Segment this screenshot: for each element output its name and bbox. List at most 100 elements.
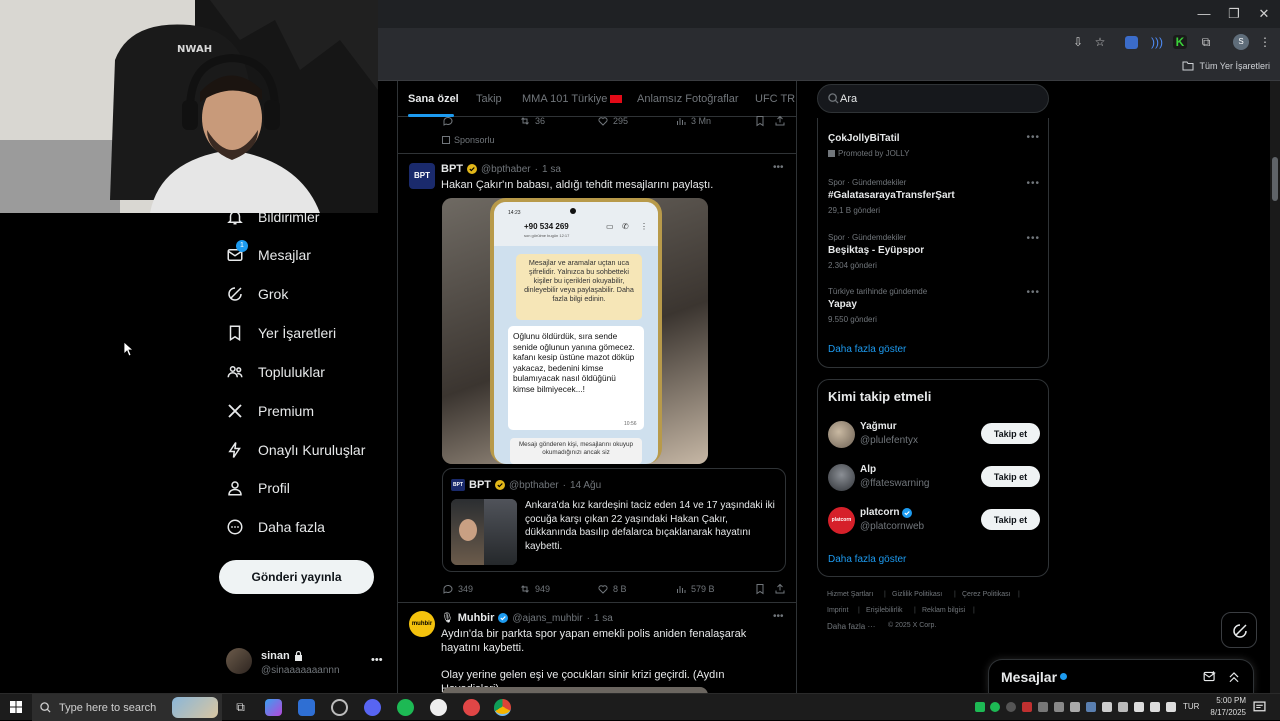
tray-steam-icon[interactable] — [1086, 702, 1096, 712]
obs-icon[interactable] — [331, 699, 348, 716]
tray-icon[interactable] — [1038, 702, 1048, 712]
address-bar[interactable] — [382, 31, 1122, 54]
prev-share-button[interactable] — [774, 115, 786, 127]
tray-icon[interactable] — [1166, 702, 1176, 712]
notification-icon[interactable] — [1253, 701, 1266, 714]
tweet-more-icon[interactable]: ••• — [773, 611, 784, 622]
follow-button[interactable]: Takip et — [981, 423, 1040, 444]
kebab-menu-icon[interactable]: ⋮ — [1256, 33, 1274, 51]
reply-button[interactable]: 349 — [442, 583, 473, 595]
spotify-icon[interactable] — [397, 699, 414, 716]
follow-button[interactable]: Takip et — [981, 466, 1040, 487]
nav-notifications[interactable]: Bildirimler — [226, 203, 319, 231]
discord-icon[interactable] — [364, 699, 381, 716]
tweet-time[interactable]: 1 sa — [542, 164, 561, 175]
tray-mic-icon[interactable] — [1102, 702, 1112, 712]
tweet-media-image[interactable]: 14:23 +90 534 269 son görülme bugün 12:1… — [442, 198, 708, 464]
follow-suggestion[interactable]: Yağmur @plulefentyx Takip et — [818, 419, 1050, 453]
tweet-muhbir[interactable]: muhbir 🎙 Muhbir @ajans_muhbir · 1 sa •••… — [398, 603, 796, 693]
trend-more-icon[interactable]: ••• — [1026, 132, 1040, 143]
profile-avatar-icon[interactable]: S — [1233, 34, 1249, 50]
page-scrollbar[interactable] — [1270, 81, 1280, 693]
all-bookmarks-button[interactable]: Tüm Yer İşaretleri — [1182, 61, 1270, 71]
follow-button[interactable]: Takip et — [981, 509, 1040, 530]
bookmark-button[interactable] — [754, 583, 766, 595]
tray-spotify-icon[interactable] — [990, 702, 1000, 712]
post-button[interactable]: Gönderi yayınla — [219, 560, 374, 594]
retweet-button[interactable]: 949 — [519, 583, 550, 595]
tray-icon[interactable] — [1054, 702, 1064, 712]
tweet-bpt[interactable]: BPT BPT @bpthaber · 1 sa ••• Hakan Çakır… — [398, 154, 796, 602]
install-icon[interactable]: ⇩ — [1069, 33, 1087, 51]
new-message-icon[interactable] — [1203, 670, 1217, 683]
account-switcher[interactable]: sinan @sinaaaaaaannn ••• — [226, 648, 386, 680]
trend-more-icon[interactable]: ••• — [1026, 287, 1040, 298]
trend-more-icon[interactable]: ••• — [1026, 233, 1040, 244]
settings-icon[interactable] — [430, 699, 447, 716]
tray-icon[interactable] — [1006, 702, 1016, 712]
tray-icon[interactable] — [975, 702, 985, 712]
account-more-icon[interactable]: ••• — [371, 654, 383, 666]
taskbar-search-input[interactable]: Type here to search — [32, 694, 222, 721]
views-button[interactable]: 579 B — [675, 583, 715, 595]
windows-start-icon[interactable] — [10, 701, 22, 713]
prev-like-button[interactable]: 295 — [597, 115, 628, 127]
minimize-icon[interactable]: — — [1193, 4, 1215, 24]
trend-item[interactable]: Spor · Gündemdekiler Beşiktaş - Eyüpspor… — [818, 231, 1050, 281]
tab-photos[interactable]: Anlamsız Fotoğraflar — [637, 93, 738, 105]
prev-views-button[interactable]: 3 Mn — [675, 115, 711, 127]
tweet-time[interactable]: 1 sa — [594, 613, 613, 624]
footer-link-terms[interactable]: Hizmet Şartları — [827, 591, 873, 598]
translate-extension-icon[interactable] — [1125, 36, 1138, 49]
close-icon[interactable]: ✕ — [1253, 4, 1275, 24]
nav-grok[interactable]: Grok — [226, 280, 288, 308]
store-icon[interactable] — [298, 699, 315, 716]
chevrons-up-icon[interactable] — [1227, 670, 1241, 683]
follow-suggestion[interactable]: Alp @ffateswarning Takip et — [818, 462, 1050, 496]
copilot-icon[interactable] — [265, 699, 282, 716]
search-input[interactable]: Ara — [817, 84, 1049, 113]
share-button[interactable] — [774, 583, 786, 595]
avatar[interactable]: BPT — [409, 163, 435, 189]
author-name[interactable]: Muhbir — [458, 612, 495, 624]
quoted-tweet[interactable]: BPT BPT @bpthaber · 14 Ağu Ankara'da kız… — [442, 468, 786, 572]
timeline[interactable]: Sana özel Takip MMA 101 Türkiye Anlamsız… — [397, 81, 797, 693]
nav-messages[interactable]: 1 Mesajlar — [226, 240, 311, 269]
like-button[interactable]: 8 B — [597, 583, 627, 595]
avatar[interactable]: muhbir — [409, 611, 435, 637]
author-name[interactable]: BPT — [441, 163, 463, 175]
follow-suggestion[interactable]: platcorn platcorn @platcornweb Takip et — [818, 505, 1050, 539]
restore-icon[interactable]: ❐ — [1223, 4, 1245, 24]
prev-reply-button[interactable] — [442, 115, 454, 127]
nav-bookmarks[interactable]: Yer İşaretleri — [226, 319, 336, 347]
task-view-icon[interactable]: ⧉ — [232, 699, 249, 716]
footer-link-ads[interactable]: Reklam bilgisi — [922, 607, 965, 614]
follow-show-more-link[interactable]: Daha fazla göster — [828, 554, 906, 565]
extensions-puzzle-icon[interactable]: ⧉ — [1197, 33, 1215, 51]
nav-premium[interactable]: Premium — [226, 397, 314, 425]
chrome-icon[interactable] — [494, 699, 511, 716]
kick-extension-icon[interactable]: K — [1173, 35, 1187, 49]
prev-bookmark-button[interactable] — [754, 115, 766, 127]
trends-show-more-link[interactable]: Daha fazla göster — [828, 344, 906, 355]
tab-mma[interactable]: MMA 101 Türkiye — [522, 93, 623, 105]
footer-link-accessibility[interactable]: Erişilebilirlik — [866, 607, 903, 614]
footer-link-more[interactable]: Daha fazla ··· — [827, 622, 875, 631]
input-language[interactable]: TUR — [1183, 702, 1199, 711]
footer-link-imprint[interactable]: Imprint — [827, 607, 848, 614]
messages-drawer[interactable]: Mesajlar — [988, 659, 1254, 693]
prev-retweet-button[interactable]: 36 — [519, 115, 545, 127]
trend-more-icon[interactable]: ••• — [1026, 178, 1040, 189]
clock-time[interactable]: 5:00 PM — [1206, 696, 1246, 705]
trend-item[interactable]: Spor · Gündemdekiler #GalatasarayaTransf… — [818, 176, 1050, 226]
tray-icon[interactable] — [1118, 702, 1128, 712]
trend-item[interactable]: Türkiye tarihinde gündemde Yapay 9.550 g… — [818, 285, 1050, 335]
nav-profile[interactable]: Profil — [226, 474, 290, 502]
tweet-more-icon[interactable]: ••• — [773, 162, 784, 173]
audio-extension-icon[interactable]: ))) — [1148, 33, 1166, 51]
nav-verified-orgs[interactable]: Onaylı Kuruluşlar — [226, 436, 365, 464]
grok-floating-button[interactable] — [1221, 612, 1257, 648]
tab-following[interactable]: Takip — [476, 93, 502, 105]
footer-link-cookies[interactable]: Çerez Politikası — [962, 591, 1011, 598]
app-icon[interactable] — [463, 699, 480, 716]
